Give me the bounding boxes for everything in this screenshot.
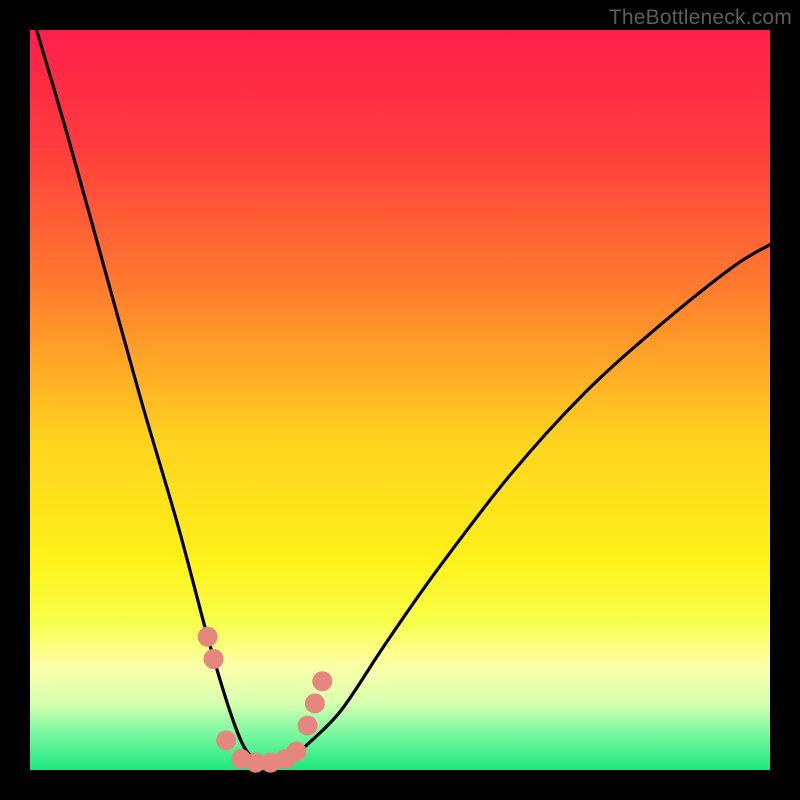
watermark-text: TheBottleneck.com	[609, 6, 792, 30]
chart-plot-area	[30, 30, 770, 770]
background-gradient	[30, 30, 770, 770]
